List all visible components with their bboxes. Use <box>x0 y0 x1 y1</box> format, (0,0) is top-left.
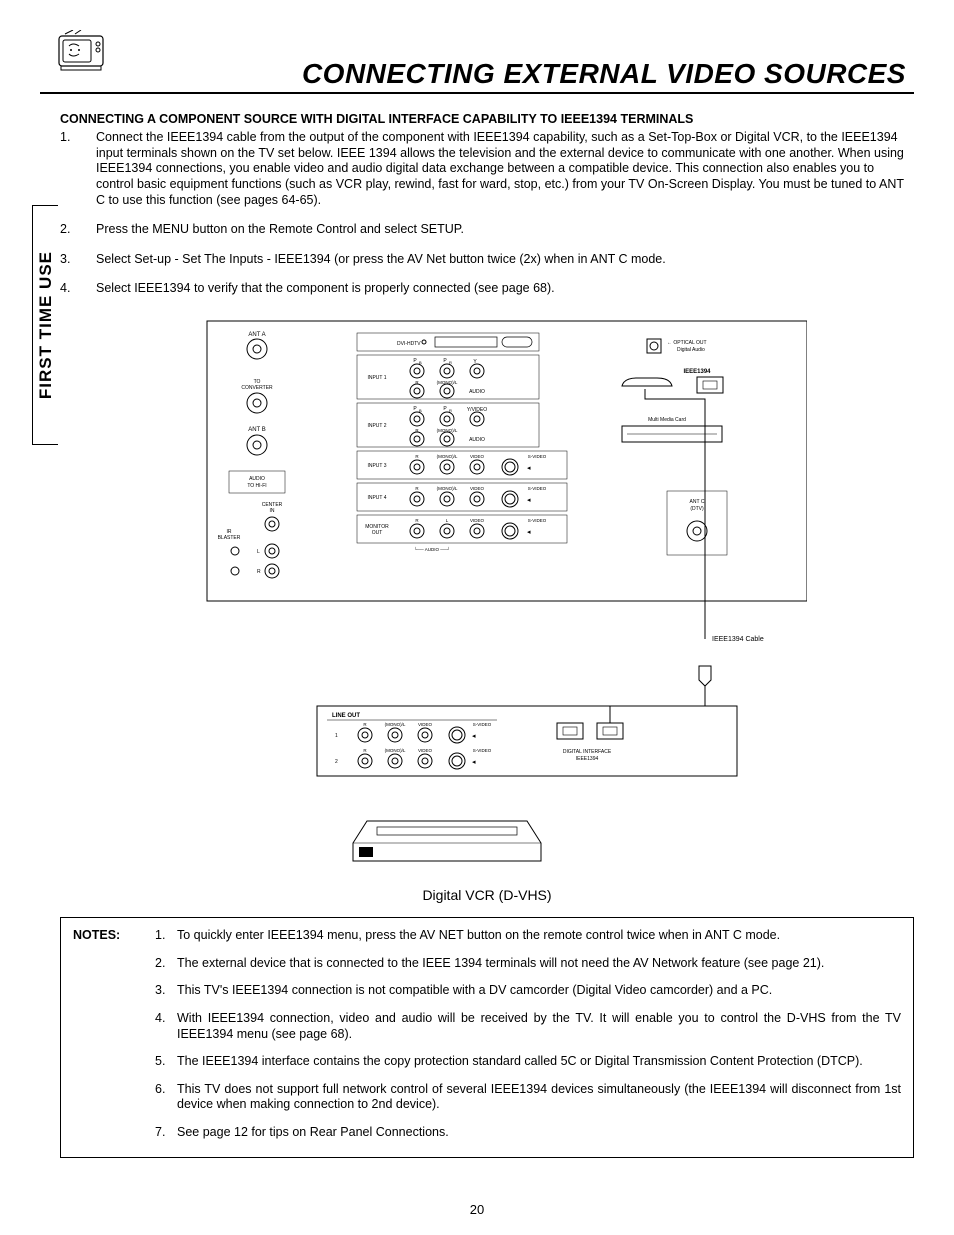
note-item: With IEEE1394 connection, video and audi… <box>155 1011 901 1042</box>
svg-text:L: L <box>257 549 260 555</box>
svg-text:VIDEO: VIDEO <box>418 748 433 753</box>
svg-text:ANT C: ANT C <box>690 499 705 505</box>
svg-text:R: R <box>415 454 419 459</box>
svg-text:← OPTICAL OUT: ← OPTICAL OUT <box>667 340 707 346</box>
step: Select IEEE1394 to verify that the compo… <box>60 281 914 297</box>
svg-text:VIDEO: VIDEO <box>418 722 433 727</box>
step: Connect the IEEE1394 cable from the outp… <box>60 130 914 208</box>
svg-text:DVI-HDTV: DVI-HDTV <box>397 341 421 347</box>
title-rule <box>40 92 914 94</box>
svg-text:CONVERTER: CONVERTER <box>241 385 273 391</box>
svg-text:VIDEO: VIDEO <box>470 454 485 459</box>
svg-text:(MONO)/L: (MONO)/L <box>437 454 458 459</box>
svg-text:R: R <box>415 486 419 491</box>
svg-text:P: P <box>443 358 447 364</box>
svg-text:IN: IN <box>270 508 275 514</box>
notes-list: To quickly enter IEEE1394 menu, press th… <box>155 928 901 1153</box>
svg-text:◂: ◂ <box>527 497 531 504</box>
svg-text:INPUT 2: INPUT 2 <box>367 423 386 429</box>
svg-text:◂: ◂ <box>527 529 531 536</box>
svg-text:S-VIDEO: S-VIDEO <box>528 486 547 491</box>
svg-text:IEEE1394: IEEE1394 <box>576 756 599 762</box>
svg-text:◂: ◂ <box>527 465 531 472</box>
svg-text:S-VIDEO: S-VIDEO <box>473 722 492 727</box>
svg-text:INPUT 4: INPUT 4 <box>367 495 386 501</box>
svg-text:S-VIDEO: S-VIDEO <box>473 748 492 753</box>
note-item: The external device that is connected to… <box>155 956 901 972</box>
svg-text:TO HI-FI: TO HI-FI <box>247 483 266 489</box>
svg-text:R: R <box>257 569 261 575</box>
note-item: To quickly enter IEEE1394 menu, press th… <box>155 928 901 944</box>
instruction-steps: Connect the IEEE1394 cable from the outp… <box>60 130 914 297</box>
notes-label: NOTES: <box>73 928 155 1153</box>
page-number: 20 <box>0 1202 954 1217</box>
sidebar-tab: FIRST TIME USE <box>32 205 58 445</box>
svg-text:Multi Media Card: Multi Media Card <box>648 417 686 423</box>
svg-text:R: R <box>363 748 367 753</box>
vcr-device-icon <box>353 821 541 861</box>
connection-diagram: ANT A TO CONVERTER ANT B AUDIO TO HI-FI … <box>167 311 807 903</box>
svg-text:2: 2 <box>335 759 338 765</box>
section-heading: CONNECTING A COMPONENT SOURCE WITH DIGIT… <box>60 112 914 126</box>
svg-text:P: P <box>443 406 447 412</box>
svg-text:AUDIO: AUDIO <box>249 476 265 482</box>
svg-text:◂: ◂ <box>472 733 476 740</box>
svg-text:S-VIDEO: S-VIDEO <box>528 454 547 459</box>
svg-text:INPUT 1: INPUT 1 <box>367 375 386 381</box>
tv-cartoon-icon <box>55 30 110 72</box>
step: Select Set-up - Set The Inputs - IEEE139… <box>60 252 914 268</box>
svg-text:(MONO)/L: (MONO)/L <box>437 486 458 491</box>
svg-text:BLASTER: BLASTER <box>218 535 241 541</box>
svg-text:R: R <box>415 518 419 523</box>
svg-text:└── AUDIO ──┘: └── AUDIO ──┘ <box>414 546 450 552</box>
svg-text:OUT: OUT <box>372 530 383 536</box>
page-title: CONNECTING EXTERNAL VIDEO SOURCES <box>302 58 906 89</box>
note-item: See page 12 for tips on Rear Panel Conne… <box>155 1125 901 1141</box>
svg-text:1: 1 <box>335 733 338 739</box>
sidebar-tab-label: FIRST TIME USE <box>36 251 56 399</box>
svg-text:(MONO)/L: (MONO)/L <box>385 722 406 727</box>
svg-text:◂: ◂ <box>472 759 476 766</box>
svg-text:(DTV): (DTV) <box>690 506 704 512</box>
svg-text:ANT B: ANT B <box>248 427 266 433</box>
vcr-label: Digital VCR (D-VHS) <box>167 887 807 903</box>
note-item: This TV's IEEE1394 connection is not com… <box>155 983 901 999</box>
notes-box: NOTES: To quickly enter IEEE1394 menu, p… <box>60 917 914 1158</box>
note-item: This TV does not support full network co… <box>155 1082 901 1113</box>
svg-text:Digital Audio: Digital Audio <box>677 347 705 353</box>
note-item: The IEEE1394 interface contains the copy… <box>155 1054 901 1070</box>
svg-text:VIDEO: VIDEO <box>470 486 485 491</box>
svg-text:AUDIO: AUDIO <box>469 437 485 443</box>
svg-text:AUDIO: AUDIO <box>469 389 485 395</box>
svg-text:P: P <box>413 406 417 412</box>
svg-text:VIDEO: VIDEO <box>470 518 485 523</box>
svg-text:L: L <box>446 518 449 523</box>
label-ant-a: ANT A <box>248 332 265 338</box>
svg-text:IEEE1394 Cable: IEEE1394 Cable <box>712 636 764 643</box>
svg-text:S-VIDEO: S-VIDEO <box>528 518 547 523</box>
svg-text:(MONO)/L: (MONO)/L <box>385 748 406 753</box>
svg-text:LINE OUT: LINE OUT <box>332 713 360 719</box>
svg-text:INPUT 3: INPUT 3 <box>367 463 386 469</box>
step: Press the MENU button on the Remote Cont… <box>60 222 914 238</box>
svg-text:R: R <box>363 722 367 727</box>
svg-text:IEEE1394: IEEE1394 <box>683 369 711 375</box>
svg-text:DIGITAL INTERFACE: DIGITAL INTERFACE <box>563 749 612 755</box>
svg-text:P: P <box>413 358 417 364</box>
